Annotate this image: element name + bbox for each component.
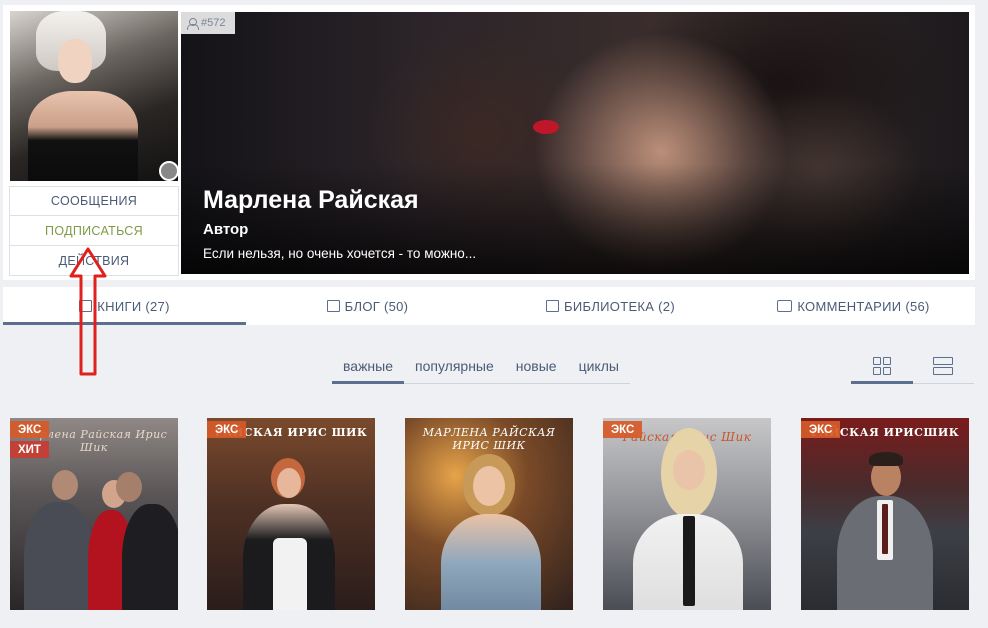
messages-button[interactable]: СООБЩЕНИЯ — [9, 186, 179, 216]
comments-icon — [777, 300, 793, 312]
book-label-exclusive: ЭКС — [207, 421, 247, 438]
tab-blog-label: БЛОГ (50) — [344, 298, 409, 314]
book-card[interactable]: РАЙСКАЯ ИРИСШИК ЭКС — [801, 418, 969, 610]
blog-icon — [326, 300, 340, 312]
user-id-text: #572 — [201, 17, 226, 29]
book-card[interactable]: Марлена Райская Ирис Шик ЭКС ХИТ — [10, 418, 178, 610]
author-role: Автор — [203, 221, 249, 238]
filter-series[interactable]: циклы — [568, 348, 630, 383]
view-switcher — [851, 348, 974, 384]
profile-tabs: КНИГИ (27) БЛОГ (50) БИБЛИОТЕКА (2) КОММ… — [3, 287, 975, 325]
tab-books-label: КНИГИ (27) — [97, 298, 170, 314]
book-card[interactable]: РАЙСКАЯ ИРИС ШИК ЭКС — [207, 418, 375, 610]
list-view-button[interactable] — [913, 348, 975, 383]
author-motto: Если нельзя, но очень хочется - то можно… — [203, 246, 477, 261]
cover-detail — [533, 120, 559, 134]
user-icon — [187, 17, 199, 30]
tab-library-label: БИБЛИОТЕКА (2) — [564, 298, 675, 314]
avatar-face — [58, 39, 92, 83]
grid-view-icon — [872, 356, 891, 375]
author-name: Марлена Райская — [203, 186, 419, 214]
book-label-exclusive: ЭКС — [801, 421, 841, 438]
book-card[interactable]: Райская Ирис Шик ЭКС — [603, 418, 771, 610]
tab-books[interactable]: КНИГИ (27) — [3, 287, 246, 325]
annotation-arrow-icon — [69, 247, 107, 376]
user-id-badge: #572 — [181, 12, 236, 34]
book-label-exclusive: ЭКС — [10, 421, 50, 438]
profile-cover-image: #572 Марлена Райская Автор Если нельзя, … — [181, 12, 969, 274]
book-label-exclusive: ЭКС — [603, 421, 643, 438]
tab-comments-label: КОММЕНТАРИИ (56) — [797, 298, 930, 314]
author-avatar[interactable] — [10, 11, 178, 181]
library-icon — [546, 300, 560, 312]
filter-important[interactable]: важные — [332, 348, 405, 384]
tab-blog[interactable]: БЛОГ (50) — [246, 287, 489, 325]
book-cover-text: МАРЛЕНА РАЙСКАЯ ИРИС ШИК — [422, 426, 556, 452]
filter-popular[interactable]: популярные — [404, 348, 505, 383]
book-label-hit: ХИТ — [10, 441, 49, 458]
filter-new[interactable]: новые — [505, 348, 568, 383]
book-card[interactable]: МАРЛЕНА РАЙСКАЯ ИРИС ШИК — [405, 418, 573, 610]
book-filter-bar: важные популярные новые циклы — [332, 348, 630, 384]
subscribe-button[interactable]: ПОДПИСАТЬСЯ — [9, 216, 179, 246]
tab-library[interactable]: БИБЛИОТЕКА (2) — [489, 287, 732, 325]
online-status-indicator — [159, 161, 179, 181]
tab-comments[interactable]: КОММЕНТАРИИ (56) — [732, 287, 975, 325]
grid-view-button[interactable] — [851, 348, 913, 384]
list-view-icon — [933, 356, 954, 375]
avatar-body — [28, 91, 138, 181]
